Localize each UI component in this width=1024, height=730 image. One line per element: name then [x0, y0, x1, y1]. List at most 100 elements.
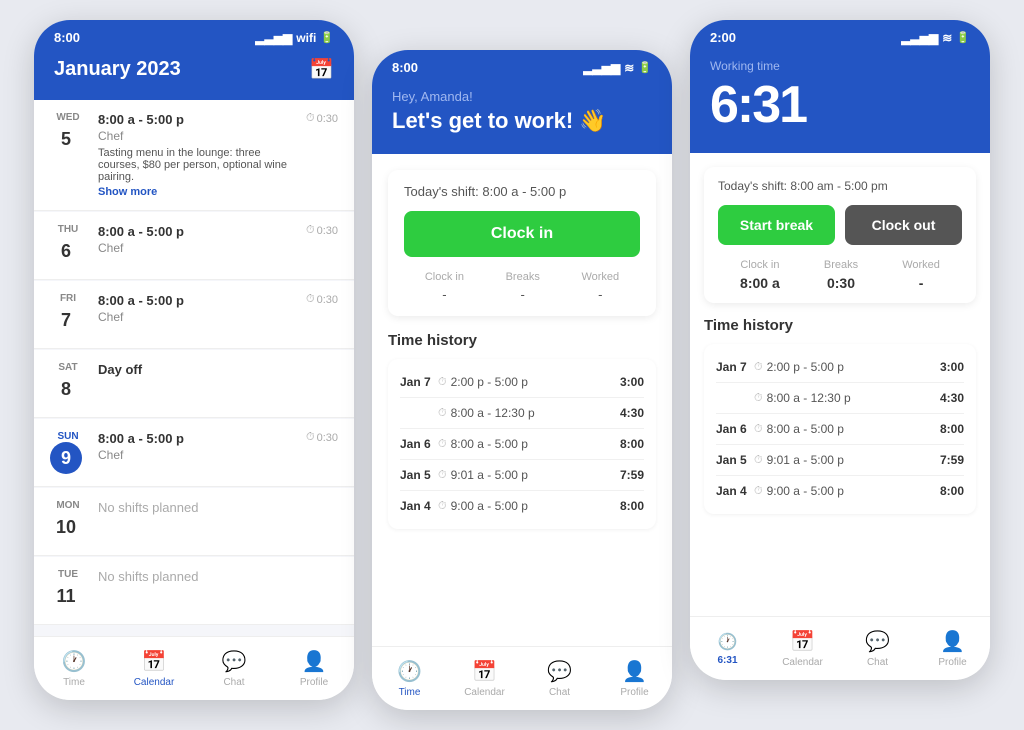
time-nav-label-3: 6:31 [717, 655, 737, 666]
shift-row-fri7[interactable]: FRI 7 8:00 a - 5:00 p Chef ⏱ 0:30 [34, 281, 354, 349]
signal-icon-2: ▂▃▅▆ [583, 61, 620, 75]
profile-nav-label-3: Profile [938, 657, 966, 668]
no-shift-tue11: No shifts planned [98, 569, 338, 584]
shift-detail-sat8: Day off [98, 362, 338, 377]
clock-out-button[interactable]: Clock out [845, 205, 962, 245]
work-history-row-0: Jan 7 ⏱ 2:00 p - 5:00 p 3:00 [716, 352, 964, 383]
nav-chat-3[interactable]: 💬 Chat [840, 621, 915, 676]
shift-day-wed5: WED 5 [50, 112, 86, 155]
shift-detail-thu6: 8:00 a - 5:00 p Chef [98, 224, 294, 255]
status-bar-2: 8:00 ▂▃▅▆ ≋ 🔋 [372, 50, 672, 81]
wifi-icon-3: ≋ [942, 31, 952, 45]
nav-calendar-1[interactable]: 📅 Calendar [114, 641, 194, 696]
calendar-nav-icon-3: 📅 [790, 629, 815, 654]
nav-calendar-3[interactable]: 📅 Calendar [765, 621, 840, 676]
status-icons-3: ▂▃▅▆ ≋ 🔋 [901, 31, 970, 45]
profile-nav-label-2: Profile [620, 687, 648, 698]
nav-profile-3[interactable]: 👤 Profile [915, 621, 990, 676]
profile-nav-icon-3: 👤 [940, 629, 965, 654]
chat-nav-label-2: Chat [549, 687, 570, 698]
work-today-shift: Today's shift: 8:00 am - 5:00 pm [718, 179, 962, 193]
chat-nav-label-1: Chat [223, 677, 244, 688]
screens-container: 8:00 ▂▃▅▆ wifi 🔋 January 2023 📅 WED 5 [34, 20, 990, 710]
shift-detail-sun9: 8:00 a - 5:00 p Chef [98, 431, 294, 462]
nav-time-1[interactable]: 🕐 Time [34, 641, 114, 696]
work-history-row-3: Jan 5 ⏱ 9:01 a - 5:00 p 7:59 [716, 445, 964, 476]
time-nav-label-2: Time [399, 687, 421, 698]
shift-row-wed5[interactable]: WED 5 8:00 a - 5:00 p Chef Tasting menu … [34, 100, 354, 211]
action-buttons: Start break Clock out [718, 205, 962, 245]
calendar-header: January 2023 📅 [34, 51, 354, 100]
blue-header-2: Hey, Amanda! Let's get to work! 👋 [372, 81, 672, 154]
work-stat-worked: Worked - [902, 259, 940, 291]
shift-hours-sun9: ⏱ 0:30 [306, 431, 338, 444]
shift-row-mon10[interactable]: MON 10 No shifts planned [34, 488, 354, 556]
status-bar-3: 2:00 ▂▃▅▆ ≋ 🔋 [690, 20, 990, 51]
nav-chat-2[interactable]: 💬 Chat [522, 651, 597, 706]
shift-row-sat8[interactable]: SAT 8 Day off [34, 350, 354, 418]
battery-icon-2: 🔋 [638, 61, 652, 74]
shift-day-sat8: SAT 8 [50, 362, 86, 405]
main-greeting-2: Let's get to work! 👋 [392, 108, 652, 134]
time-nav-icon-1: 🕐 [62, 649, 87, 674]
calendar-nav-icon-2: 📅 [472, 659, 497, 684]
show-more-wed5[interactable]: Show more [98, 186, 294, 198]
chat-nav-label-3: Chat [867, 657, 888, 668]
time-nav-icon-2: 🕐 [397, 659, 422, 684]
signal-icon-3: ▂▃▅▆ [901, 31, 938, 45]
nav-profile-1[interactable]: 👤 Profile [274, 641, 354, 696]
calendar-icon[interactable]: 📅 [309, 57, 334, 82]
work-shift-card: Today's shift: 8:00 am - 5:00 pm Start b… [704, 167, 976, 303]
month-row: January 2023 📅 [54, 57, 334, 82]
wave-emoji: 👋 [579, 108, 606, 133]
profile-nav-label-1: Profile [300, 677, 328, 688]
shift-row-tue11[interactable]: TUE 11 No shifts planned [34, 557, 354, 625]
work-stat-clockin: Clock in 8:00 a [740, 259, 780, 291]
history-row-3: Jan 5 ⏱ 9:01 a - 5:00 p 7:59 [400, 460, 644, 491]
shift-row-sun9[interactable]: SUN 9 8:00 a - 5:00 p Chef ⏱ 0:30 [34, 419, 354, 487]
phone-calendar: 8:00 ▂▃▅▆ wifi 🔋 January 2023 📅 WED 5 [34, 20, 354, 700]
working-label: Working time [710, 59, 970, 73]
month-label: January 2023 [54, 58, 181, 81]
time-3: 2:00 [710, 30, 736, 45]
status-icons-2: ▂▃▅▆ ≋ 🔋 [583, 61, 652, 75]
time-2: 8:00 [392, 60, 418, 75]
wifi-icon-2: ≋ [624, 61, 634, 75]
nav-profile-2[interactable]: 👤 Profile [597, 651, 672, 706]
history-row-1: ⏱ 8:00 a - 12:30 p 4:30 [400, 398, 644, 429]
nav-calendar-2[interactable]: 📅 Calendar [447, 651, 522, 706]
blue-header-3: Working time 6:31 [690, 51, 990, 153]
bottom-nav-2: 🕐 Time 📅 Calendar 💬 Chat 👤 Profile [372, 646, 672, 710]
shift-day-thu6: THU 6 [50, 224, 86, 267]
start-break-button[interactable]: Start break [718, 205, 835, 245]
work-history: Time history Jan 7 ⏱ 2:00 p - 5:00 p 3:0… [690, 313, 990, 514]
stat-worked-2: Worked - [581, 271, 619, 302]
shift-detail-wed5: 8:00 a - 5:00 p Chef Tasting menu in the… [98, 112, 294, 198]
wifi-icon-1: wifi [296, 31, 316, 45]
profile-nav-icon-1: 👤 [302, 649, 327, 674]
nav-time-3[interactable]: 🕐 6:31 [690, 624, 765, 674]
time-nav-label-1: Time [63, 677, 85, 688]
time-1: 8:00 [54, 30, 80, 45]
shift-day-fri7: FRI 7 [50, 293, 86, 336]
calendar-nav-label-1: Calendar [134, 677, 175, 688]
shift-day-tue11: TUE 11 [50, 569, 86, 612]
chat-nav-icon-2: 💬 [547, 659, 572, 684]
shift-row-thu6[interactable]: THU 6 8:00 a - 5:00 p Chef ⏱ 0:30 [34, 212, 354, 280]
nav-chat-1[interactable]: 💬 Chat [194, 641, 274, 696]
work-history-row-2: Jan 6 ⏱ 8:00 a - 5:00 p 8:00 [716, 414, 964, 445]
profile-nav-icon-2: 👤 [622, 659, 647, 684]
clock-in-button[interactable]: Clock in [404, 211, 640, 257]
time-stats-2: Clock in - Breaks - Worked - [404, 271, 640, 302]
nav-time-2[interactable]: 🕐 Time [372, 651, 447, 706]
greeting-2: Hey, Amanda! [392, 89, 652, 104]
work-stat-breaks: Breaks 0:30 [824, 259, 858, 291]
bottom-nav-3: 🕐 6:31 📅 Calendar 💬 Chat 👤 Profile [690, 616, 990, 680]
history-row-2: Jan 6 ⏱ 8:00 a - 5:00 p 8:00 [400, 429, 644, 460]
work-history-card: Jan 7 ⏱ 2:00 p - 5:00 p 3:00 ⏱ 8:00 a - … [704, 344, 976, 514]
history-row-4: Jan 4 ⏱ 9:00 a - 5:00 p 8:00 [400, 491, 644, 521]
signal-icon-1: ▂▃▅▆ [255, 31, 292, 45]
shift-detail-tue11: No shifts planned [98, 569, 338, 584]
battery-icon-3: 🔋 [956, 31, 970, 44]
shift-hours-thu6: ⏱ 0:30 [306, 224, 338, 237]
